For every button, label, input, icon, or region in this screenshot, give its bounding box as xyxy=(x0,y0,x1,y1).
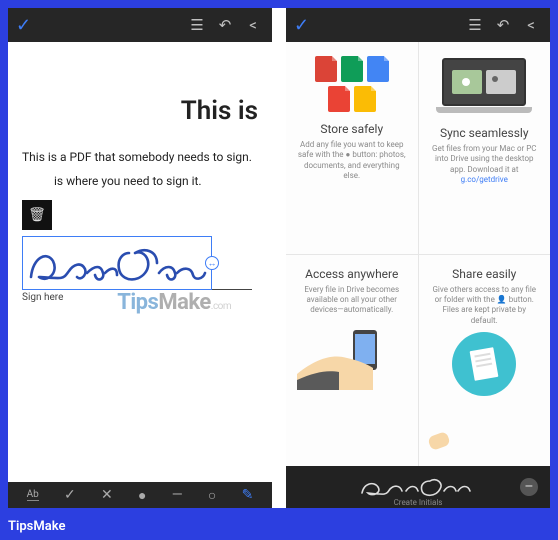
document-area: This is This is a PDF that somebody need… xyxy=(8,42,272,482)
doc-line2: is where you need to sign it. xyxy=(22,174,258,188)
watermark: TipsMake.com xyxy=(117,290,231,315)
doc-heading: This is xyxy=(22,96,258,126)
card-desc: Get files from your Mac or PC into Drive… xyxy=(429,144,541,186)
drive-welcome-pane: ✓ ☰ ↶ < Store safely Add any file you wa… xyxy=(286,8,550,508)
align-icon[interactable]: ☰ xyxy=(464,16,486,34)
signature-bar: – Create Initials xyxy=(286,466,550,508)
undo-icon[interactable]: ↶ xyxy=(492,16,514,34)
hand-phone-icon xyxy=(297,322,407,390)
saved-signature-icon[interactable] xyxy=(358,475,478,499)
card-title: Share easily xyxy=(452,267,516,281)
align-icon[interactable]: ☰ xyxy=(186,16,208,34)
file-icon-blue xyxy=(367,56,389,82)
share-circle-icon xyxy=(452,332,516,396)
footer-brand: TipsMake xyxy=(8,519,550,534)
file-icon-pdf xyxy=(328,86,350,112)
card-title: Sync seamlessly xyxy=(440,126,529,140)
tool-cross[interactable]: ✕ xyxy=(101,487,113,503)
tool-circle[interactable]: ○ xyxy=(208,487,216,504)
card-desc: Every file in Drive becomes available on… xyxy=(296,285,408,316)
card-desc: Add any file you want to keep safe with … xyxy=(296,140,408,182)
card-title: Access anywhere xyxy=(305,267,398,281)
left-topbar: ✓ ☰ ↶ < xyxy=(8,8,272,42)
confirm-icon[interactable]: ✓ xyxy=(294,15,309,36)
tool-check[interactable]: ✓ xyxy=(64,487,76,503)
tool-text[interactable]: Ab xyxy=(27,489,39,501)
create-initials-label[interactable]: Create Initials xyxy=(394,498,443,507)
file-icon-yellow xyxy=(354,86,376,112)
card-title: Store safely xyxy=(320,122,383,136)
card-store-safely[interactable]: Store safely Add any file you want to ke… xyxy=(286,42,418,254)
trash-icon: 🗑 xyxy=(28,207,46,223)
tool-line[interactable]: ― xyxy=(172,487,183,503)
welcome-grid: Store safely Add any file you want to ke… xyxy=(286,42,550,466)
undo-icon[interactable]: ↶ xyxy=(214,16,236,34)
pdf-signer-pane: ✓ ☰ ↶ < This is This is a PDF that someb… xyxy=(8,8,272,508)
card-desc: Give others access to any file or folder… xyxy=(429,285,541,327)
share-icon[interactable]: < xyxy=(520,16,542,34)
card-access-anywhere[interactable]: Access anywhere Every file in Drive beco… xyxy=(286,255,418,467)
resize-handle-icon[interactable]: ↔ xyxy=(205,256,219,270)
signature-outline[interactable]: ↔ xyxy=(22,236,212,290)
confirm-icon[interactable]: ✓ xyxy=(16,15,31,36)
doc-line1: This is a PDF that somebody needs to sig… xyxy=(22,150,258,164)
file-icon-red xyxy=(315,56,337,82)
bottom-toolstrip: Ab ✓ ✕ ● ― ○ ✎ xyxy=(8,482,272,508)
laptop-icon xyxy=(436,58,532,116)
share-icon[interactable]: < xyxy=(242,16,264,34)
app-frame: ✓ ☰ ↶ < This is This is a PDF that someb… xyxy=(8,8,550,508)
remove-signature-button[interactable]: – xyxy=(520,478,538,496)
right-topbar: ✓ ☰ ↶ < xyxy=(286,8,550,42)
file-icon-row xyxy=(309,56,395,112)
signature-stroke xyxy=(25,239,211,289)
card-share-easily[interactable]: Share easily Give others access to any f… xyxy=(419,255,551,467)
card-sync-seamlessly[interactable]: Sync seamlessly Get files from your Mac … xyxy=(419,42,551,254)
tool-pen[interactable]: ✎ xyxy=(242,487,254,503)
file-icon-green xyxy=(341,56,363,82)
tool-dot[interactable]: ● xyxy=(138,487,146,504)
delete-button[interactable]: 🗑 xyxy=(22,200,52,230)
